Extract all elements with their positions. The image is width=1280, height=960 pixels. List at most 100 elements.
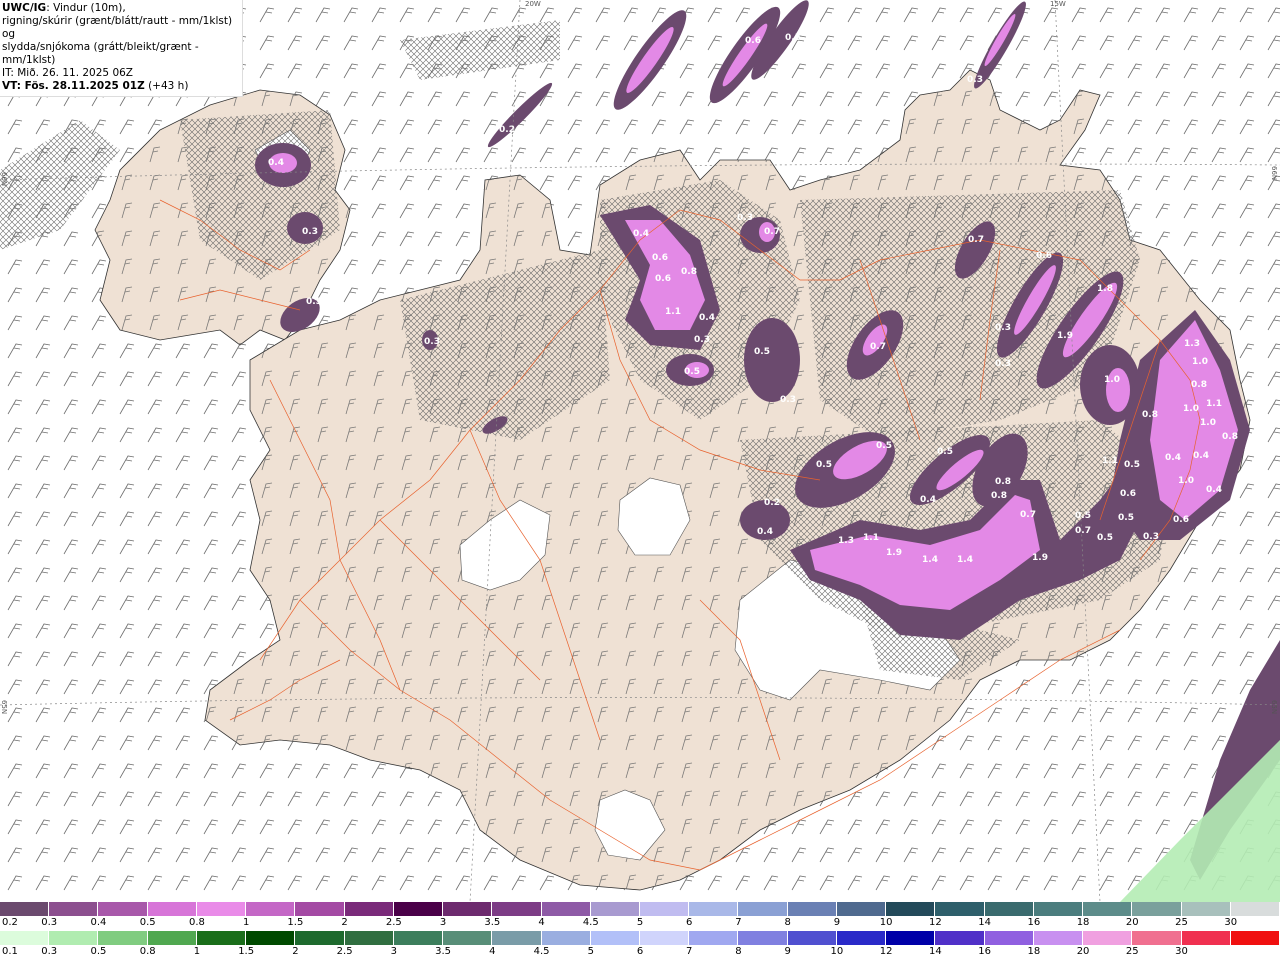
colorbar-cell bbox=[640, 931, 690, 945]
colorbar-cell bbox=[393, 902, 444, 916]
colorbar-cell bbox=[344, 902, 394, 916]
colorbar-cell bbox=[984, 902, 1034, 916]
colorbar-cell bbox=[1033, 902, 1084, 916]
colorbar-label: 6 bbox=[686, 917, 693, 928]
colorbar-label: 4.5 bbox=[582, 917, 599, 928]
colorbar-cell bbox=[492, 902, 542, 916]
colorbar-label: 20 bbox=[1125, 917, 1139, 928]
colorbar-label: 4 bbox=[489, 946, 496, 957]
precip-label: 0.3 bbox=[967, 75, 983, 85]
colorbar-label: 0.3 bbox=[41, 946, 58, 957]
colorbar-label: 0.3 bbox=[41, 917, 58, 928]
precip-label: 0.6 bbox=[655, 274, 671, 284]
colorbar-cell bbox=[836, 902, 887, 916]
colorbar-cell bbox=[246, 931, 296, 945]
precip-label: 0.6 bbox=[745, 36, 761, 46]
valid-time: VT: Fös. 28.11.2025 01Z bbox=[2, 80, 145, 92]
colorbar-label: 18 bbox=[1076, 917, 1090, 928]
colorbar-cell bbox=[443, 902, 493, 916]
colorbar-label: 25 bbox=[1125, 946, 1139, 957]
colorbar-label: 1.5 bbox=[238, 946, 255, 957]
precip-label: 0.8 bbox=[681, 267, 697, 277]
colorbar-label: 8 bbox=[735, 946, 742, 957]
precip-label: 0.2 bbox=[499, 125, 515, 135]
colorbar-cell bbox=[886, 902, 936, 916]
precip-label: 1.3 bbox=[1184, 339, 1200, 349]
precip-label: 1.8 bbox=[1097, 284, 1113, 294]
colorbar-cell bbox=[738, 931, 788, 945]
snow-colorbar: 0.2 0.3 0.4 0.5 0.8 1 1.5 2 2.5 3 3.5 4 4.5 5 6 7 8 9 10 12… bbox=[0, 902, 1280, 930]
lat-label-66n-right: 66N bbox=[1270, 166, 1278, 180]
colorbar-label: 0.5 bbox=[90, 946, 107, 957]
colorbar-cell bbox=[1181, 902, 1231, 916]
colorbar-label: 3.5 bbox=[435, 946, 452, 957]
colorbar-label: 4 bbox=[538, 917, 545, 928]
colorbar-cell bbox=[196, 902, 247, 916]
precip-label: 0.8 bbox=[995, 477, 1011, 487]
precip-label: 0.5 bbox=[306, 297, 322, 307]
precip-label: 0.8 bbox=[1142, 410, 1158, 420]
model-name: UWC/IG bbox=[2, 2, 47, 14]
precip-label: 0.4 bbox=[1193, 451, 1209, 461]
colorbar-label: 5 bbox=[587, 946, 594, 957]
precip-label: 1.9 bbox=[886, 548, 902, 558]
precip-label: 0.2 bbox=[764, 498, 780, 508]
colorbar-cell bbox=[787, 902, 837, 916]
precip-label: 1.4 bbox=[957, 555, 973, 565]
precip-label: 0.5 bbox=[876, 441, 892, 451]
colorbar-label: 1.5 bbox=[287, 917, 304, 928]
colorbar-cell bbox=[935, 902, 985, 916]
colorbar-label: 3 bbox=[439, 917, 447, 928]
precip-label: 0.5 bbox=[816, 460, 832, 470]
colorbar-cell bbox=[689, 931, 739, 945]
colorbar-label: 2 bbox=[292, 946, 299, 957]
colorbar-cell bbox=[935, 931, 985, 945]
precip-label: 0.5 bbox=[1118, 513, 1134, 523]
colorbar-label: 5 bbox=[636, 917, 644, 928]
colorbar-label: 7 bbox=[686, 946, 693, 957]
precip-label: 0.8 bbox=[1222, 432, 1238, 442]
precip-label: 0.3 bbox=[694, 335, 710, 345]
colorbar-label: 1 bbox=[242, 917, 250, 928]
precip-label: 0.4 bbox=[699, 313, 715, 323]
colorbar-cell bbox=[196, 931, 247, 945]
colorbar-cell bbox=[0, 931, 50, 945]
header-snow-desc: slydda/snjókoma (grátt/bleikt/grænt - mm… bbox=[2, 41, 199, 66]
precip-label: 1.0 bbox=[1104, 375, 1120, 385]
colorbar-label: 12 bbox=[879, 946, 893, 957]
colorbar-cell bbox=[1230, 931, 1280, 945]
colorbar-cells bbox=[0, 902, 1280, 916]
colorbar-cell bbox=[98, 902, 148, 916]
colorbar-cell bbox=[1132, 931, 1182, 945]
precip-label: 0.4 bbox=[920, 495, 936, 505]
colorbar-label: 3 bbox=[390, 946, 398, 957]
precip-label: 0.3 bbox=[995, 323, 1011, 333]
precip-label: 1.1 bbox=[665, 307, 681, 317]
lon-label-20w: 20W bbox=[525, 0, 541, 8]
colorbar-cell bbox=[1132, 902, 1182, 916]
colorbar-label: 18 bbox=[1027, 946, 1041, 957]
lat-label-66n-left: 66N bbox=[0, 172, 8, 186]
lat-label-65n-right: 65N bbox=[1270, 700, 1278, 714]
precip-label: 0.5 bbox=[754, 347, 770, 357]
colorbar-cell bbox=[640, 902, 690, 916]
colorbar-cell bbox=[295, 902, 345, 916]
colorbar-cell bbox=[344, 931, 394, 945]
colorbar-cell bbox=[886, 931, 936, 945]
colorbar-label: 8 bbox=[784, 917, 791, 928]
colorbar-cell bbox=[1033, 931, 1084, 945]
colorbar-cells bbox=[0, 931, 1280, 945]
colorbar-label: 30 bbox=[1224, 917, 1238, 928]
header-valid-time-line: VT: Fös. 28.11.2025 01Z (+43 h) bbox=[2, 80, 240, 93]
colorbar-cell bbox=[590, 902, 640, 916]
colorbar-label: 7 bbox=[735, 917, 742, 928]
colorbar-label: 2.5 bbox=[385, 917, 402, 928]
colorbar-label: 0.4 bbox=[90, 917, 107, 928]
precip-label: 0.3 bbox=[424, 337, 440, 347]
colorbar-label: 20 bbox=[1076, 946, 1090, 957]
precip-label: 0.4 bbox=[268, 158, 284, 168]
colorbar-cell bbox=[246, 902, 296, 916]
precip-label: 0.3 bbox=[780, 395, 796, 405]
precip-label: 0.3 bbox=[1143, 532, 1159, 542]
precip-label: 0.4 bbox=[1165, 453, 1181, 463]
